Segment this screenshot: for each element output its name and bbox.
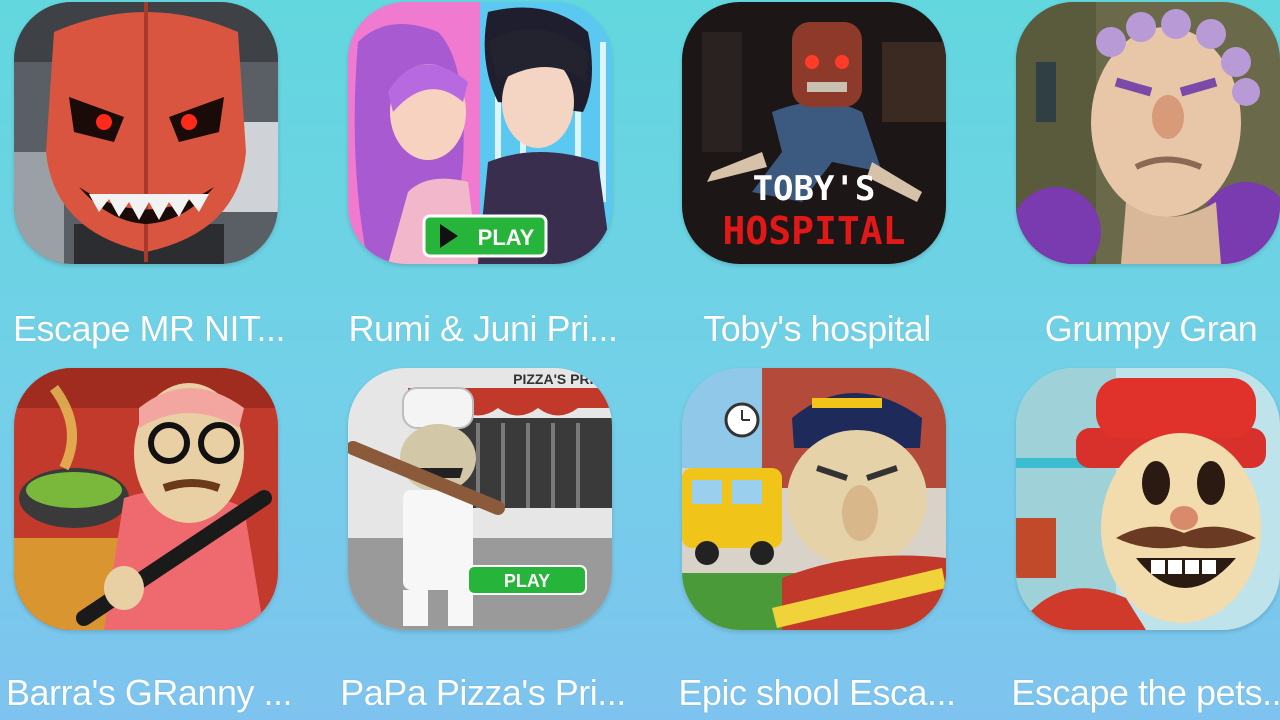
play-badge-text: PLAY — [504, 571, 550, 591]
game-title[interactable]: Escape the pets... — [996, 672, 1280, 714]
school-teacher-icon[interactable] — [682, 368, 946, 630]
mustache-man-icon[interactable] — [1016, 368, 1280, 630]
granny-bat-icon[interactable] — [14, 368, 278, 630]
papa-pizza-chef-icon[interactable]: PIZZA'S PRIS PLAY — [348, 368, 612, 630]
game-title[interactable]: PaPa Pizza's Pri... — [328, 672, 638, 714]
game-title[interactable]: Barra's GRanny ... — [0, 672, 304, 714]
game-tile[interactable]: Epic shool Esca... — [668, 0, 1002, 720]
game-grid: Escape MR NIT... PLAY Rumi & Juni Pri...… — [0, 0, 1280, 720]
game-tile[interactable]: Escape the pets... — [1002, 0, 1280, 720]
game-title[interactable]: Epic shool Esca... — [662, 672, 972, 714]
game-tile[interactable]: Barra's GRanny ... — [0, 0, 334, 720]
game-tile[interactable]: PIZZA'S PRIS PLAY PaPa Pizza's Pri... — [334, 0, 668, 720]
pizza-sign-text: PIZZA'S PRIS — [513, 371, 603, 387]
